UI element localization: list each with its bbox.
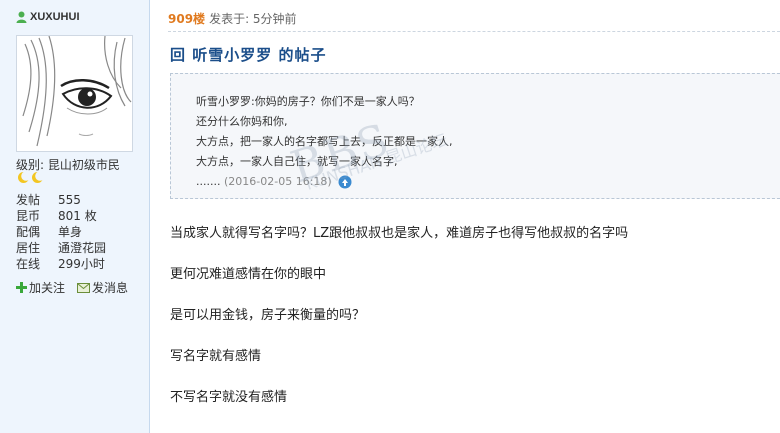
jump-to-quote-icon[interactable] (338, 175, 352, 189)
send-message-button[interactable]: 发消息 (77, 279, 128, 296)
quote-ellipsis: ....... (196, 175, 221, 188)
post-body: 当成家人就得写名字吗？LZ跟他叔叔也是家人，难道房子也得写他叔叔的名字吗 更何况… (170, 224, 628, 429)
stat-row-spouse: 配偶 单身 (16, 224, 106, 240)
quote-date: (2016-02-05 16:18) (223, 175, 332, 188)
post-paragraph: 不写名字就没有感情 (170, 390, 288, 405)
author-sidebar: XUXUHUI 级别: 昆山初级市民 发帖 555 昆币 801 枚 配偶 单身… (0, 0, 150, 433)
follow-button[interactable]: 加关注 (16, 279, 65, 296)
stat-row-online: 在线 299小时 (16, 256, 106, 272)
header-divider (168, 31, 780, 32)
stat-label: 发帖 (16, 193, 41, 207)
stat-label: 在线 (16, 257, 41, 271)
quote-line: 大方点，把一家人的名字都写上去，反正都是一家人, (196, 135, 453, 148)
stat-value: 单身 (58, 225, 83, 239)
quote-footer: ....... (2016-02-05 16:18) (196, 172, 453, 192)
post-header: 909楼 发表于: 5分钟前 (168, 10, 297, 27)
level-moons (17, 171, 44, 184)
stat-value: 通澄花园 (58, 241, 107, 255)
stat-value: 801 枚 (58, 209, 97, 223)
post-paragraph: 当成家人就得写名字吗？LZ跟他叔叔也是家人，难道房子也得写他叔叔的名字吗 (170, 226, 629, 241)
author-actions: 加关注 发消息 (16, 279, 128, 296)
moon-icon (32, 171, 44, 183)
author-name-row[interactable]: XUXUHUI (16, 10, 80, 24)
follow-label: 加关注 (29, 281, 66, 295)
quote-lines: 听雪小罗罗:你妈的房子？你们不是一家人吗？ 还分什么你妈和你, 大方点，把一家人… (196, 92, 453, 192)
message-label: 发消息 (92, 281, 129, 295)
stat-label: 昆币 (16, 209, 41, 223)
author-username[interactable]: XUXUHUI (30, 11, 80, 23)
stat-row-coins: 昆币 801 枚 (16, 208, 106, 224)
mail-icon (77, 282, 91, 293)
post-time: 发表于: 5分钟前 (209, 12, 297, 26)
quote-line: 听雪小罗罗:你妈的房子？你们不是一家人吗？ (196, 95, 420, 108)
stat-label: 居住 (16, 241, 41, 255)
post-paragraph: 更何况难道感情在你的眼中 (170, 267, 327, 282)
post-paragraph: 写名字就有感情 (170, 349, 262, 364)
avatar-sketch-image (17, 36, 132, 151)
avatar[interactable] (16, 35, 133, 152)
plus-icon (16, 282, 27, 293)
stat-value: 555 (58, 193, 81, 207)
quote-block: 听雪小罗罗:你妈的房子？你们不是一家人吗？ 还分什么你妈和你, 大方点，把一家人… (170, 73, 780, 199)
stat-label: 配偶 (16, 225, 41, 239)
stat-row-posts: 发帖 555 (16, 192, 106, 208)
stat-value: 299小时 (58, 257, 105, 271)
moon-icon (18, 171, 30, 183)
user-icon (16, 11, 27, 23)
post-paragraph: 是可以用金钱，房子来衡量的吗？ (170, 308, 366, 323)
stat-row-residence: 居住 通澄花园 (16, 240, 106, 256)
floor-number[interactable]: 909楼 (168, 10, 205, 27)
quote-line: 大方点，一家人自己住，就写一家人名字, (196, 155, 398, 168)
post-title: 回 听雪小罗罗 的帖子 (170, 46, 327, 64)
post-content: 909楼 发表于: 5分钟前 回 听雪小罗罗 的帖子 听雪小罗罗:你妈的房子？你… (150, 0, 780, 433)
author-stats: 发帖 555 昆币 801 枚 配偶 单身 居住 通澄花园 在线 299小时 (16, 192, 106, 272)
quote-line: 还分什么你妈和你, (196, 115, 288, 128)
